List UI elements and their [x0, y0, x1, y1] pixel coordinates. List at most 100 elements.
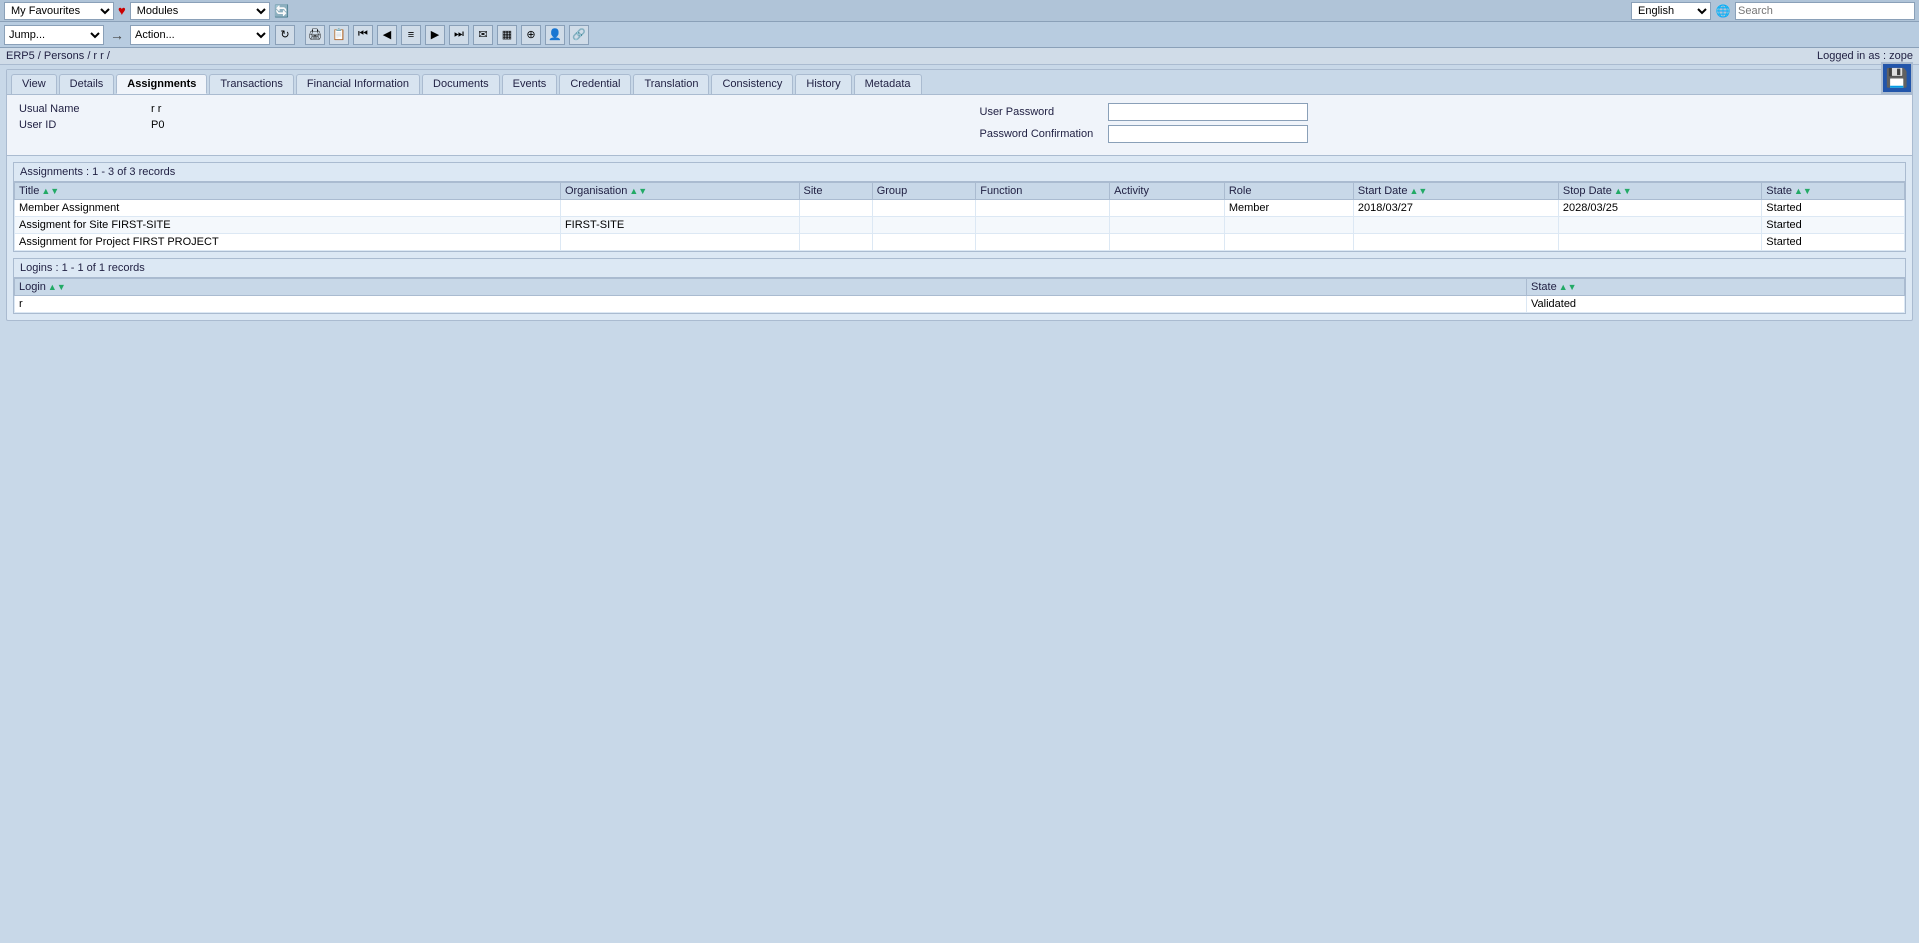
breadcrumb-path: ERP5 / Persons / r r /: [6, 50, 110, 62]
password-confirmation-row: Password Confirmation: [980, 125, 1901, 143]
tab-credential[interactable]: Credential: [559, 74, 631, 94]
table-row[interactable]: Assigment for Site FIRST-SITE FIRST-SITE…: [15, 217, 1905, 234]
table-icon[interactable]: ▦: [497, 25, 517, 45]
export-icon[interactable]: ⊕: [521, 25, 541, 45]
cell-group: [872, 234, 976, 251]
col-start-date[interactable]: Start Date▲▼: [1353, 183, 1558, 200]
link-icon[interactable]: 🔗: [569, 25, 589, 45]
col-function[interactable]: Function: [976, 183, 1110, 200]
favourites-select[interactable]: My Favourites: [4, 2, 114, 20]
cell-login-state: Validated: [1527, 296, 1905, 313]
cell-state: Started: [1762, 234, 1905, 251]
form-group: Usual Name r r User ID P0 User Password …: [19, 103, 1900, 147]
logged-in-label: Logged in as : zope: [1817, 50, 1913, 62]
next-icon[interactable]: ▶: [425, 25, 445, 45]
modules-go-icon[interactable]: 🔄: [274, 3, 290, 19]
col-organisation[interactable]: Organisation▲▼: [560, 183, 799, 200]
user-password-row: User Password: [980, 103, 1901, 121]
tab-metadata[interactable]: Metadata: [854, 74, 922, 94]
user-password-input[interactable]: [1108, 103, 1308, 121]
jump-go-button[interactable]: →: [108, 25, 126, 45]
cell-group: [872, 200, 976, 217]
language-select[interactable]: English: [1631, 2, 1711, 20]
tab-view[interactable]: View: [11, 74, 57, 94]
list-icon[interactable]: ≡: [401, 25, 421, 45]
copy-icon[interactable]: 📋: [329, 25, 349, 45]
cell-title: Assigment for Site FIRST-SITE: [15, 217, 561, 234]
cell-state: Started: [1762, 200, 1905, 217]
cell-organisation: FIRST-SITE: [560, 217, 799, 234]
cell-site: [799, 217, 872, 234]
favourite-heart-button[interactable]: ♥: [118, 3, 126, 18]
col-activity[interactable]: Activity: [1110, 183, 1225, 200]
cell-function: [976, 234, 1110, 251]
action-select[interactable]: Action...: [130, 25, 270, 45]
user-icon: 🌐: [1715, 3, 1731, 19]
cell-stop-date: 2028/03/25: [1558, 200, 1761, 217]
col-login[interactable]: Login▲▼: [15, 279, 1527, 296]
first-icon[interactable]: ⏮: [353, 25, 373, 45]
top-bar: My Favourites ♥ Modules 🔄 English 🌐: [0, 0, 1919, 22]
logins-section-header: Logins : 1 - 1 of 1 records: [14, 259, 1905, 278]
prev-icon[interactable]: ◀: [377, 25, 397, 45]
usual-name-row: Usual Name r r: [19, 103, 940, 115]
logins-table: Login▲▼ State▲▼ r Validated: [14, 278, 1905, 313]
main-content: View Details Assignments Transactions Fi…: [6, 69, 1913, 321]
password-confirmation-label: Password Confirmation: [980, 128, 1100, 140]
col-login-state[interactable]: State▲▼: [1527, 279, 1905, 296]
modules-select[interactable]: Modules: [130, 2, 270, 20]
tab-consistency[interactable]: Consistency: [711, 74, 793, 94]
action-bar: Jump... → Action... ↻ 🖨 📋 ⏮ ◀ ≡ ▶ ⏭ ✉ ▦ …: [0, 22, 1919, 48]
cell-start-date: [1353, 217, 1558, 234]
password-confirmation-input[interactable]: [1108, 125, 1308, 143]
cell-organisation: [560, 234, 799, 251]
print-icon[interactable]: 🖨: [305, 25, 325, 45]
cell-stop-date: [1558, 217, 1761, 234]
tab-transactions[interactable]: Transactions: [209, 74, 294, 94]
tab-events[interactable]: Events: [502, 74, 558, 94]
tab-assignments[interactable]: Assignments: [116, 74, 207, 94]
col-state[interactable]: State▲▼: [1762, 183, 1905, 200]
cell-function: [976, 217, 1110, 234]
tab-history[interactable]: History: [795, 74, 851, 94]
cell-organisation: [560, 200, 799, 217]
cell-function: [976, 200, 1110, 217]
save-button[interactable]: [1881, 62, 1913, 94]
usual-name-label: Usual Name: [19, 103, 139, 115]
col-stop-date[interactable]: Stop Date▲▼: [1558, 183, 1761, 200]
save-icon-container: [1881, 62, 1913, 94]
col-title[interactable]: Title▲▼: [15, 183, 561, 200]
table-row[interactable]: Member Assignment Member 2018/03/27 2028…: [15, 200, 1905, 217]
col-role[interactable]: Role: [1224, 183, 1353, 200]
tabs: View Details Assignments Transactions Fi…: [7, 70, 1912, 95]
tab-documents[interactable]: Documents: [422, 74, 500, 94]
refresh-icon[interactable]: ↻: [275, 25, 295, 45]
form-area: Usual Name r r User ID P0 User Password …: [7, 95, 1912, 156]
cell-site: [799, 234, 872, 251]
assignments-table: Title▲▼ Organisation▲▼ Site Group Functi…: [14, 182, 1905, 251]
table-row[interactable]: Assignment for Project FIRST PROJECT Sta…: [15, 234, 1905, 251]
search-input[interactable]: [1735, 2, 1915, 20]
cell-activity: [1110, 200, 1225, 217]
cell-start-date: 2018/03/27: [1353, 200, 1558, 217]
jump-select[interactable]: Jump...: [4, 25, 104, 45]
person-icon[interactable]: 👤: [545, 25, 565, 45]
form-left: Usual Name r r User ID P0: [19, 103, 940, 147]
user-id-row: User ID P0: [19, 119, 940, 131]
cell-site: [799, 200, 872, 217]
mail-icon[interactable]: ✉: [473, 25, 493, 45]
col-site[interactable]: Site: [799, 183, 872, 200]
cell-start-date: [1353, 234, 1558, 251]
col-group[interactable]: Group: [872, 183, 976, 200]
tab-financial-information[interactable]: Financial Information: [296, 74, 420, 94]
table-row[interactable]: r Validated: [15, 296, 1905, 313]
cell-role: Member: [1224, 200, 1353, 217]
tab-translation[interactable]: Translation: [633, 74, 709, 94]
user-id-value: P0: [151, 119, 211, 131]
user-password-label: User Password: [980, 106, 1100, 118]
last-icon[interactable]: ⏭: [449, 25, 469, 45]
usual-name-value: r r: [151, 103, 211, 115]
form-right: User Password Password Confirmation: [980, 103, 1901, 147]
tab-details[interactable]: Details: [59, 74, 115, 94]
cell-title: Assignment for Project FIRST PROJECT: [15, 234, 561, 251]
